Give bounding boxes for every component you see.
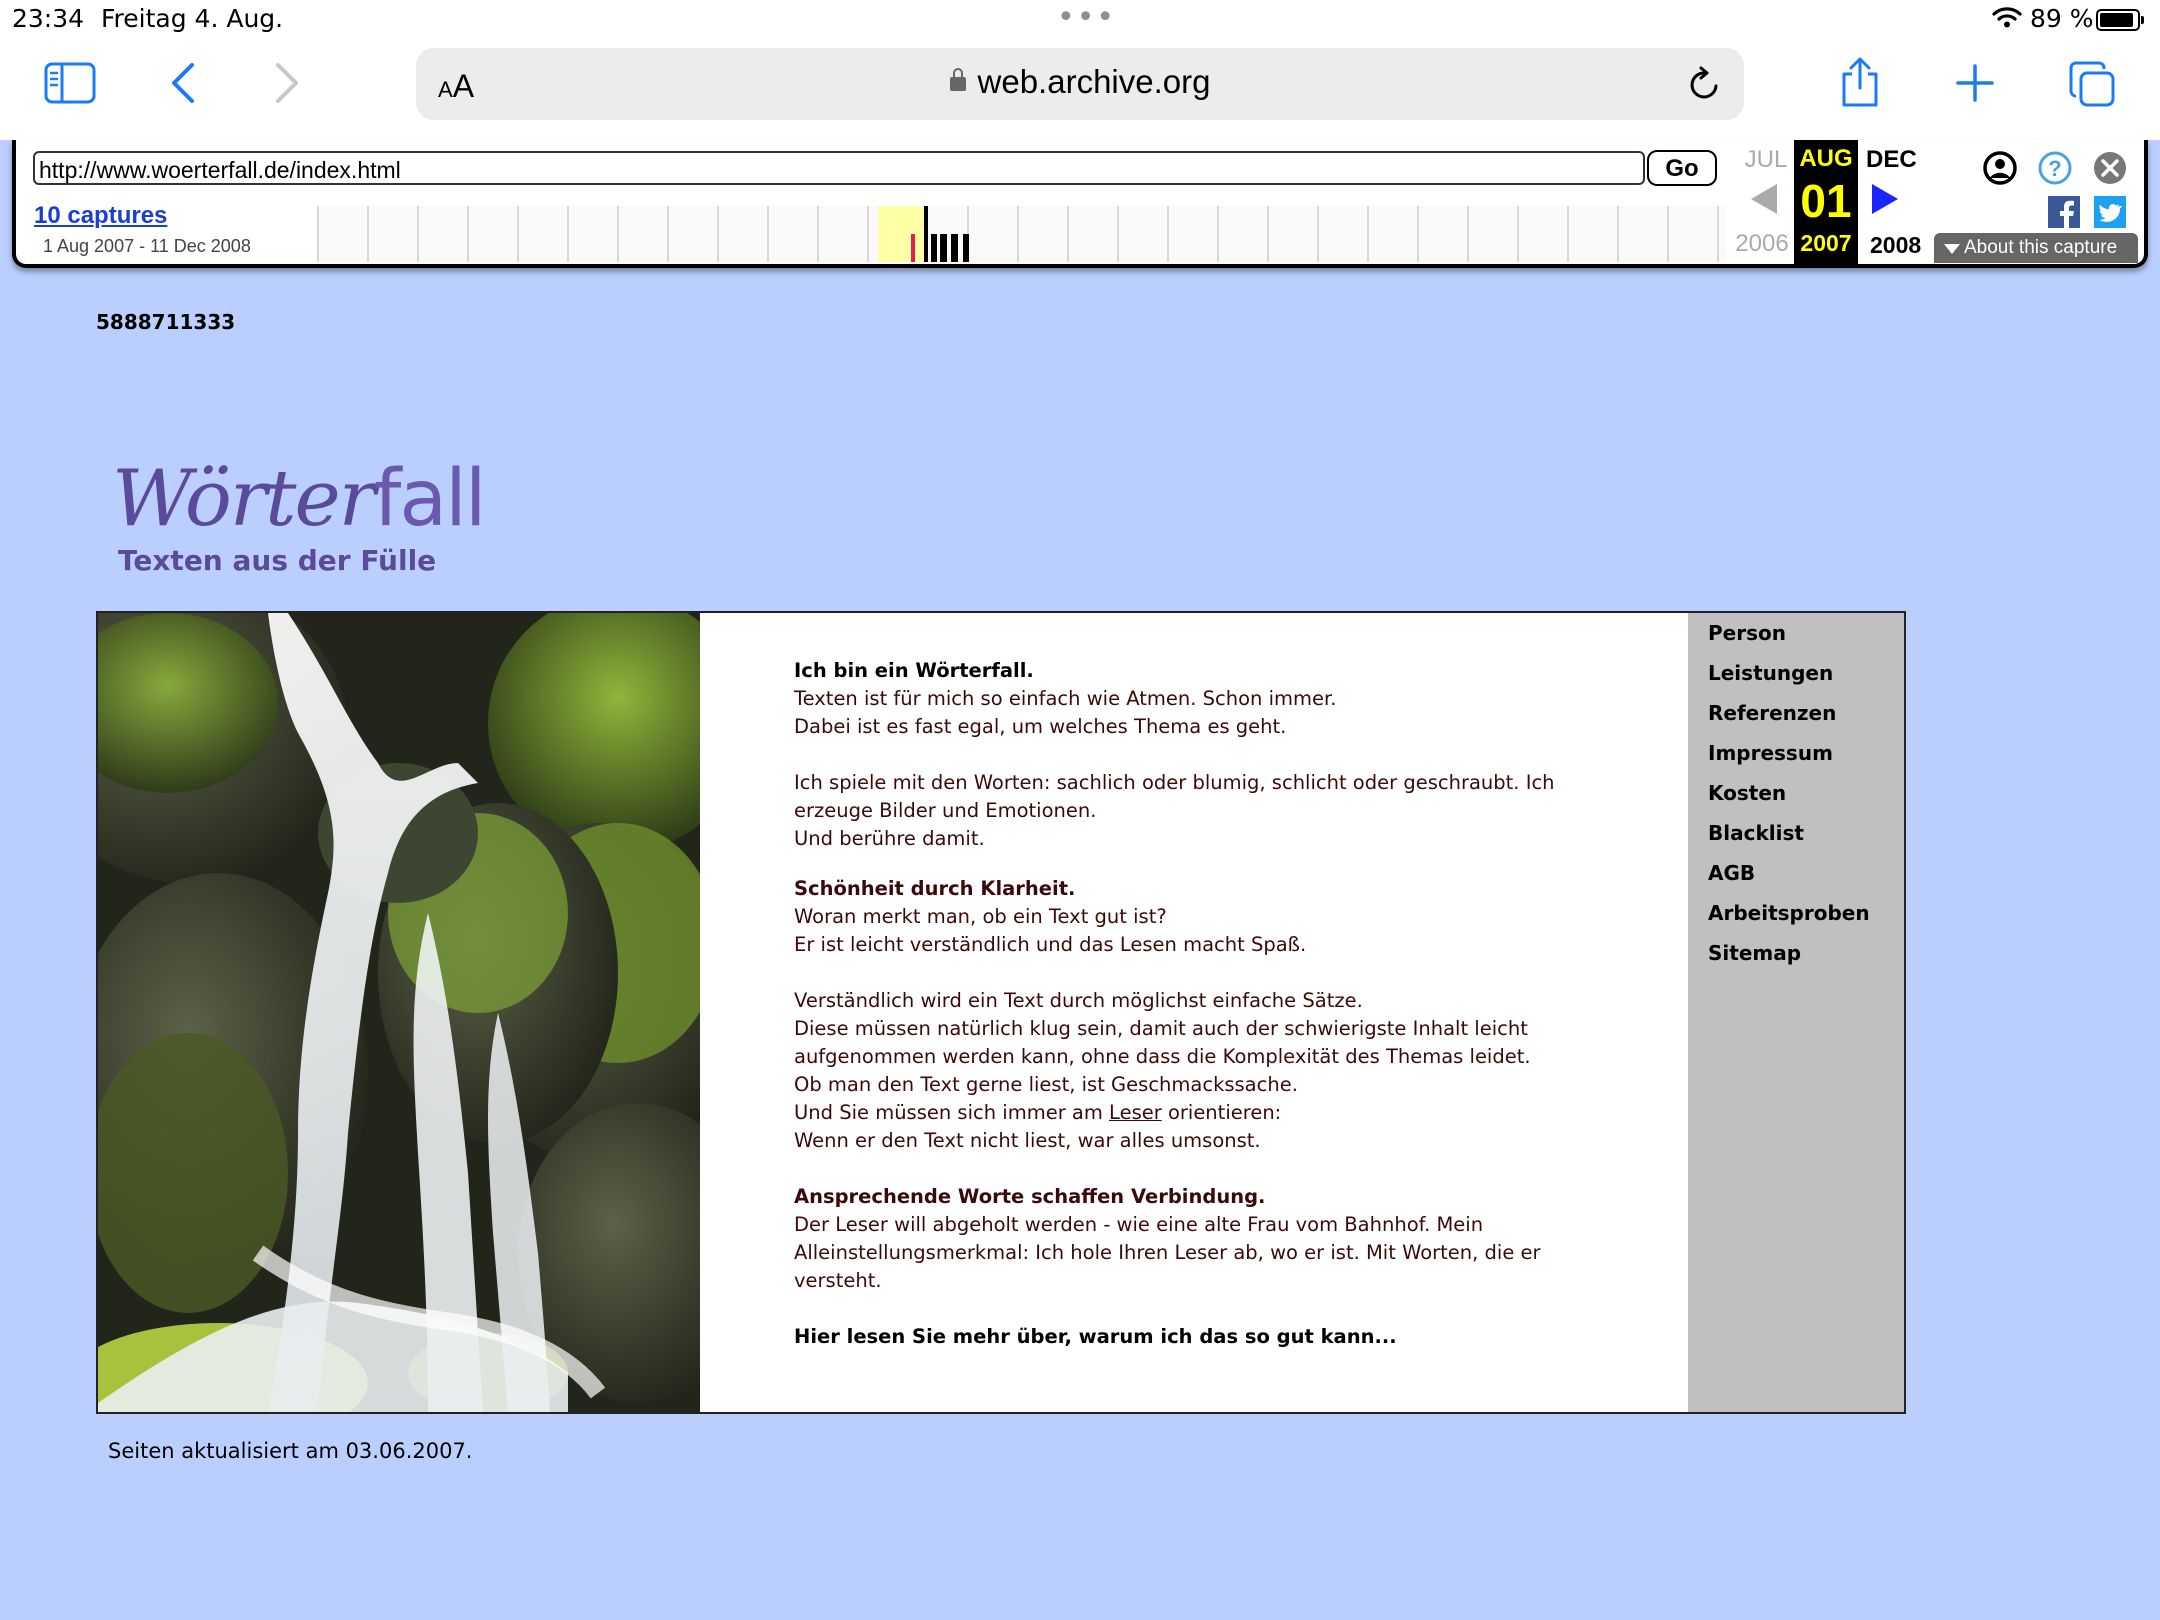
- lock-icon: [949, 68, 966, 91]
- address-host: web.archive.org: [977, 63, 1211, 100]
- status-date: Freitag 4. Aug.: [101, 4, 284, 33]
- address-bar[interactable]: AA web.archive.org: [416, 48, 1744, 120]
- logo-tagline: Texten aus der Fülle: [118, 544, 437, 577]
- logo-word-a: Wörter: [112, 454, 376, 544]
- content-frame: Ich bin ein Wörterfall. Texten ist für m…: [96, 611, 1906, 1414]
- captures-link[interactable]: 10 captures: [34, 202, 167, 230]
- current-year: 2007: [1800, 230, 1852, 256]
- prev-capture-arrow-icon[interactable]: [1751, 184, 1777, 214]
- browser-chrome: 23:34 Freitag 4. Aug. ••• 89 % AA web.ar…: [0, 0, 2160, 140]
- current-capture-date: AUG 01 2007: [1794, 140, 1858, 264]
- text-line: versteht.: [794, 1269, 882, 1292]
- about-capture-button[interactable]: About this capture: [1934, 233, 2138, 263]
- text-line: Ich spiele mit den Worten: sachlich oder…: [794, 771, 1555, 794]
- current-month: AUG: [1799, 145, 1853, 172]
- account-icon[interactable]: [1982, 150, 2018, 186]
- read-more-link[interactable]: Hier lesen Sie mehr über, warum ich das …: [794, 1323, 1634, 1351]
- wayback-url-input[interactable]: http://www.woerterfall.de/index.html: [33, 151, 1645, 185]
- back-icon[interactable]: [168, 62, 198, 104]
- reload-icon[interactable]: [1688, 66, 1722, 102]
- heading-intro: Ich bin ein Wörterfall.: [794, 659, 1034, 682]
- main-text: Ich bin ein Wörterfall. Texten ist für m…: [794, 657, 1634, 1351]
- waterfall-photo: [98, 613, 700, 1412]
- side-navigation: Person Leistungen Referenzen Impressum K…: [1688, 613, 1904, 1412]
- next-year[interactable]: 2008: [1870, 232, 1921, 259]
- text-line: Er ist leicht verständlich und das Lesen…: [794, 933, 1307, 956]
- battery-icon: [2096, 9, 2144, 31]
- help-icon[interactable]: ?: [2037, 150, 2073, 186]
- text-line: Und Sie müssen sich immer am Leser orien…: [794, 1101, 1282, 1124]
- text-line: Verständlich wird ein Text durch möglich…: [794, 989, 1363, 1012]
- wifi-icon: [1992, 7, 2022, 28]
- text-line: erzeuge Bilder und Emotionen.: [794, 799, 1097, 822]
- nav-item-blacklist[interactable]: Blacklist: [1708, 821, 1804, 845]
- heading-clarity: Schönheit durch Klarheit.: [794, 877, 1076, 900]
- site-logo[interactable]: Wörterfall Texten aus der Fülle: [112, 460, 487, 577]
- twitter-icon[interactable]: [2094, 196, 2126, 228]
- svg-text:?: ?: [2048, 156, 2061, 181]
- text-line: Diese müssen natürlich klug sein, damit …: [794, 1017, 1528, 1040]
- text-line: Woran merkt man, ob ein Text gut ist?: [794, 905, 1167, 928]
- update-note: Seiten aktualisiert am 03.06.2007.: [108, 1439, 473, 1463]
- status-time: 23:34: [12, 4, 85, 33]
- forward-icon[interactable]: [272, 62, 302, 104]
- wayback-go-button[interactable]: Go: [1647, 150, 1717, 186]
- nav-item-arbeitsproben[interactable]: Arbeitsproben: [1708, 901, 1870, 925]
- nav-item-agb[interactable]: AGB: [1708, 861, 1755, 885]
- nav-item-leistungen[interactable]: Leistungen: [1708, 661, 1833, 685]
- share-icon[interactable]: [1838, 56, 1882, 108]
- sidebar-icon[interactable]: [44, 62, 96, 104]
- nav-item-kosten[interactable]: Kosten: [1708, 781, 1786, 805]
- nav-item-person[interactable]: Person: [1708, 621, 1786, 645]
- text-line: Alleinstellungsmerkmal: Ich hole Ihren L…: [794, 1241, 1541, 1264]
- text-line: Ob man den Text gerne liest, ist Geschma…: [794, 1073, 1298, 1096]
- prev-year[interactable]: 2006: [1732, 230, 1792, 258]
- text-line: Und berühre damit.: [794, 827, 985, 850]
- tabs-overview-icon[interactable]: [2068, 60, 2116, 108]
- facebook-icon[interactable]: [2048, 196, 2080, 228]
- close-icon[interactable]: [2092, 150, 2128, 186]
- next-capture-arrow-icon[interactable]: [1872, 184, 1898, 214]
- battery-percent: 89 %: [2030, 4, 2094, 33]
- text-line: Texten ist für mich so einfach wie Atmen…: [794, 687, 1337, 710]
- heading-connection: Ansprechende Worte schaffen Verbindung.: [794, 1185, 1266, 1208]
- logo-word-b: fall: [373, 454, 487, 544]
- leser-link[interactable]: Leser: [1109, 1101, 1162, 1124]
- nav-item-impressum[interactable]: Impressum: [1708, 741, 1833, 765]
- multitasking-dots-icon[interactable]: •••: [1057, 0, 1116, 35]
- captures-range: 1 Aug 2007 - 11 Dec 2008: [43, 236, 251, 256]
- current-day: 01: [1800, 175, 1852, 227]
- nav-item-sitemap[interactable]: Sitemap: [1708, 941, 1801, 965]
- wayback-toolbar: http://www.woerterfall.de/index.html Go …: [12, 140, 2148, 268]
- text-line: aufgenommen werden kann, ohne dass die K…: [794, 1045, 1531, 1068]
- prev-month[interactable]: JUL: [1736, 146, 1796, 174]
- next-month[interactable]: DEC: [1866, 146, 1917, 174]
- visitor-counter: 5888711333: [96, 310, 236, 334]
- new-tab-icon[interactable]: [1956, 64, 1994, 102]
- text-line: Der Leser will abgeholt werden - wie ein…: [794, 1213, 1484, 1236]
- text-line: Wenn er den Text nicht liest, war alles …: [794, 1129, 1261, 1152]
- text-line: Dabei ist es fast egal, um welches Thema…: [794, 715, 1287, 738]
- nav-item-referenzen[interactable]: Referenzen: [1708, 701, 1836, 725]
- capture-sparkline[interactable]: [316, 206, 1726, 262]
